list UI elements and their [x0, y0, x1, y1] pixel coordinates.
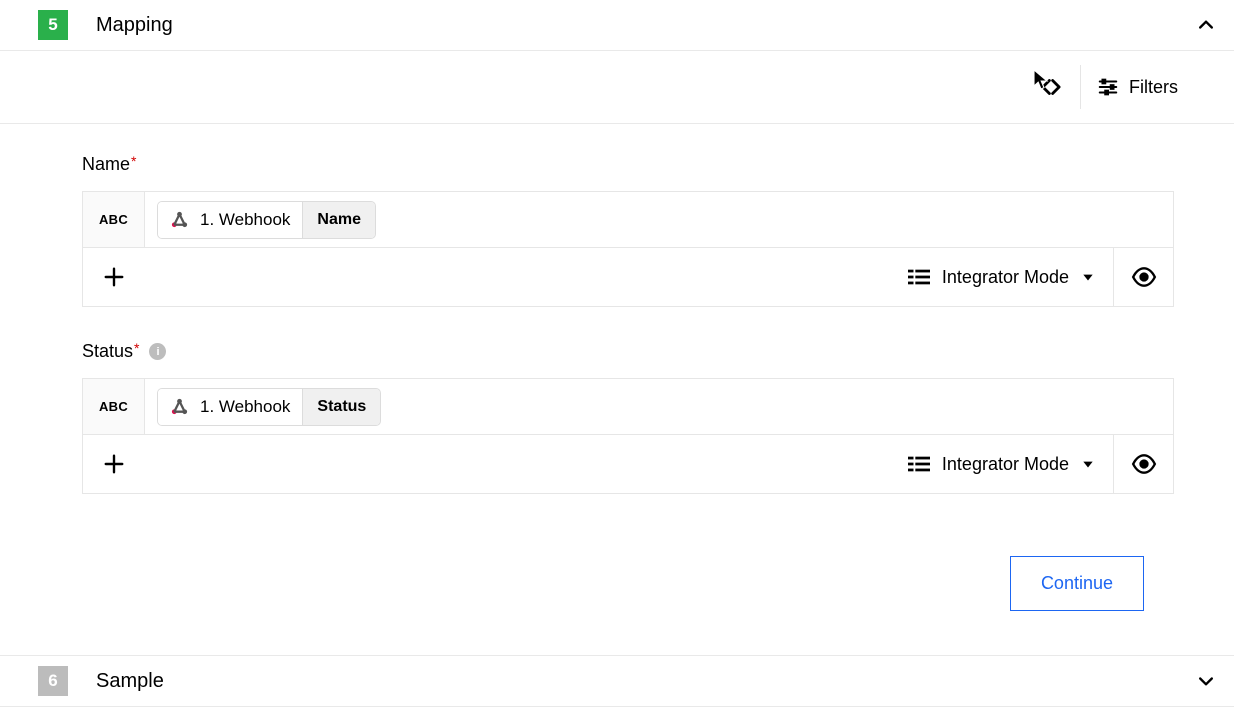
toolbar-divider — [1080, 65, 1081, 109]
sample-section-header[interactable]: 6 Sample — [0, 655, 1234, 707]
type-badge: ABC — [83, 379, 145, 434]
caret-down-icon — [1081, 270, 1095, 284]
add-button[interactable] — [83, 435, 145, 493]
chevron-down-icon[interactable] — [1194, 669, 1218, 693]
section-title: Mapping — [96, 14, 1194, 37]
token-source: 1. Webhook — [200, 397, 290, 417]
field-label-text: Name — [82, 154, 130, 175]
mode-icon — [908, 454, 930, 474]
footer-actions: Continue — [82, 528, 1174, 645]
token-source: 1. Webhook — [200, 210, 290, 230]
field-box: ABC — [82, 378, 1174, 494]
required-mark: * — [131, 153, 136, 169]
chevron-up-icon[interactable] — [1194, 13, 1218, 37]
visibility-button[interactable] — [1113, 248, 1173, 306]
step-number-badge: 5 — [38, 10, 68, 40]
mode-icon — [908, 267, 930, 287]
field-group-name: Name* ABC — [82, 154, 1174, 307]
webhook-icon — [166, 207, 192, 233]
continue-button[interactable]: Continue — [1010, 556, 1144, 611]
mode-select[interactable]: Integrator Mode — [890, 267, 1113, 288]
mapping-token[interactable]: 1. Webhook Name — [157, 201, 376, 239]
visibility-button[interactable] — [1113, 435, 1173, 493]
field-group-status: Status* i ABC — [82, 341, 1174, 494]
field-box: ABC — [82, 191, 1174, 307]
mapping-token[interactable]: 1. Webhook Status — [157, 388, 381, 426]
step-number-badge: 6 — [38, 666, 68, 696]
field-label-text: Status — [82, 341, 133, 362]
filters-label: Filters — [1129, 77, 1178, 98]
token-field: Status — [302, 389, 380, 425]
type-badge: ABC — [83, 192, 145, 247]
token-field: Name — [302, 202, 375, 238]
field-label: Status* i — [82, 341, 1174, 362]
mode-label: Integrator Mode — [942, 267, 1069, 288]
mapping-section-header[interactable]: 5 Mapping — [0, 0, 1234, 51]
mapping-toolbar: Filters — [0, 51, 1234, 124]
mode-select[interactable]: Integrator Mode — [890, 454, 1113, 475]
info-icon[interactable]: i — [149, 343, 166, 360]
section-title: Sample — [96, 670, 1194, 693]
code-view-button[interactable] — [1024, 68, 1078, 106]
token-row[interactable]: ABC — [83, 379, 1173, 435]
control-row: Integrator Mode — [83, 435, 1173, 493]
field-label: Name* — [82, 154, 1174, 175]
webhook-icon — [166, 394, 192, 420]
token-area[interactable]: 1. Webhook Status — [145, 380, 1173, 434]
mode-label: Integrator Mode — [942, 454, 1069, 475]
filters-button[interactable]: Filters — [1083, 70, 1192, 104]
control-row: Integrator Mode — [83, 248, 1173, 306]
required-mark: * — [134, 340, 139, 356]
caret-down-icon — [1081, 457, 1095, 471]
token-row[interactable]: ABC — [83, 192, 1173, 248]
token-area[interactable]: 1. Webhook Name — [145, 193, 1173, 247]
add-button[interactable] — [83, 248, 145, 306]
mapping-content: Name* ABC — [0, 124, 1234, 655]
